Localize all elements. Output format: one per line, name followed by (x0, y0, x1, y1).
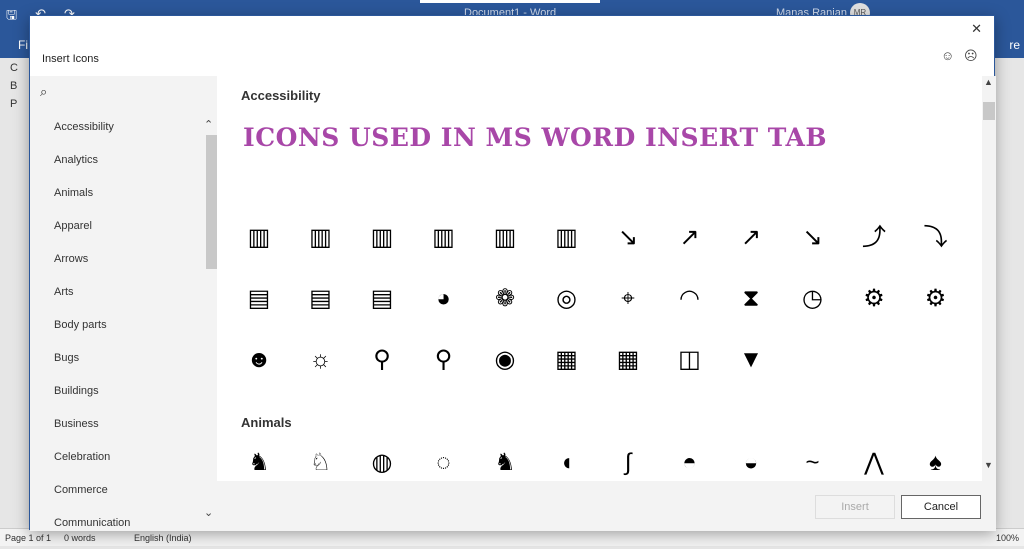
gallery-scroll-down-icon[interactable]: ▼ (984, 460, 993, 470)
pie-chart-icon[interactable]: ◕ (430, 285, 458, 313)
line-chart-falling-icon[interactable]: ↘ (799, 224, 827, 252)
bar-chart-icon[interactable]: ▥ (245, 224, 273, 252)
bar-chart-box-icon[interactable]: ▥ (491, 224, 519, 252)
crosshair-icon[interactable]: ⌖ (614, 285, 642, 313)
funnel-icon[interactable]: ▼ (737, 346, 765, 374)
line-chart-up-icon[interactable]: ↗ (676, 224, 704, 252)
category-list: Accessibility Analytics Animals Apparel Arro… (54, 120, 204, 549)
category-item[interactable]: Communication (54, 516, 204, 549)
bar-chart-up-icon[interactable]: ▥ (430, 224, 458, 252)
gallery-scrollbar[interactable] (982, 76, 996, 481)
database-icon[interactable]: ◫ (676, 346, 704, 374)
nav-item[interactable]: P (10, 98, 17, 110)
stopwatch-icon[interactable]: ◷ (799, 285, 827, 313)
scatter-line-icon[interactable]: ⤴ (860, 224, 888, 252)
frog-icon[interactable]: ◒ (737, 449, 765, 477)
page-count[interactable]: Page 1 of 1 (5, 533, 51, 543)
category-item[interactable]: Arts (54, 285, 204, 318)
presentation-chart-icon[interactable]: ▤ (245, 285, 273, 313)
gallery-scrollbar-thumb[interactable] (983, 102, 995, 120)
lizard-icon[interactable]: ~ (799, 449, 827, 477)
presentation-pie-icon[interactable]: ▤ (368, 285, 396, 313)
insert-icons-dialog: Insert Icons ✕ ☺ ☹ ⌕ Accessibility Analyt… (29, 15, 996, 531)
lightbulb-icon[interactable]: ☼ (307, 346, 335, 374)
bar-chart-down-icon[interactable]: ▥ (553, 224, 581, 252)
smile-icon[interactable]: ☺ (941, 48, 954, 63)
close-icon[interactable]: ✕ (971, 21, 982, 37)
icon-gallery: Accessibility ICONS USED IN MS WORD INSE… (217, 76, 982, 481)
tactics-board-icon[interactable]: ▦ (553, 346, 581, 374)
category-item[interactable]: Animals (54, 186, 204, 219)
tab-file[interactable]: Fi (18, 38, 28, 52)
eye-icon[interactable]: ◉ (491, 346, 519, 374)
insert-button[interactable]: Insert (815, 495, 895, 519)
cancel-button[interactable]: Cancel (901, 495, 981, 519)
scroll-up-icon[interactable]: ⌃ (204, 118, 213, 131)
bar-chart-falling-icon[interactable]: ▥ (368, 224, 396, 252)
zoom-level[interactable]: 100% (996, 533, 1019, 543)
gears-icon[interactable]: ⚙ (922, 285, 950, 313)
venn-diagram-icon[interactable]: ❁ (491, 285, 519, 313)
category-item[interactable]: Bugs (54, 351, 204, 384)
category-item[interactable]: Celebration (54, 450, 204, 483)
section-heading: Accessibility (241, 88, 321, 103)
dialog-footer: Insert Cancel (217, 481, 996, 531)
scroll-down-icon[interactable]: ⌄ (204, 506, 213, 519)
head-gears-icon[interactable]: ☻ (245, 346, 273, 374)
category-item[interactable]: Arrows (54, 252, 204, 285)
turtle-icon[interactable]: ◓ (676, 449, 704, 477)
magnifier-pulse-icon[interactable]: ⚲ (430, 346, 458, 374)
section-heading: Animals (241, 415, 292, 430)
scatter-down-icon[interactable]: ⤵ (922, 224, 950, 252)
category-item[interactable]: Accessibility (54, 120, 204, 153)
speedometer-icon[interactable]: ◠ (676, 285, 704, 313)
bats-icon[interactable]: ⋀ (860, 449, 888, 477)
dialog-title: Insert Icons (42, 53, 99, 65)
frown-icon[interactable]: ☹ (964, 48, 978, 64)
nav-item[interactable]: B (10, 80, 17, 92)
snake-icon[interactable]: ∫ (614, 449, 642, 477)
category-item[interactable]: Body parts (54, 318, 204, 351)
bar-chart-rising-icon[interactable]: ▥ (307, 224, 335, 252)
share-button[interactable]: re (1009, 38, 1020, 52)
bird-icon[interactable]: ♠ (922, 449, 950, 477)
target-icon[interactable]: ◎ (553, 285, 581, 313)
line-chart-trend-icon[interactable]: ↗ (737, 224, 765, 252)
overlay-caption: ICONS USED IN MS WORD INSERT TAB (243, 123, 828, 152)
mouse-icon[interactable]: ◖ (553, 449, 581, 477)
presentation-bars-icon[interactable]: ▤ (307, 285, 335, 313)
category-item[interactable]: Buildings (54, 384, 204, 417)
line-chart-down-icon[interactable]: ↘ (614, 224, 642, 252)
magnifier-icon[interactable]: ⚲ (368, 346, 396, 374)
table-icon[interactable]: ▦ (614, 346, 642, 374)
gear-icon[interactable]: ⚙ (860, 285, 888, 313)
save-icon[interactable]: 🖫 (6, 6, 17, 28)
nav-item[interactable]: C (10, 62, 18, 74)
hourglass-icon[interactable]: ⧗ (737, 285, 765, 313)
sidebar-scrollbar-thumb[interactable] (206, 135, 217, 269)
category-sidebar: ⌕ Accessibility Analytics Animals Apparel Ar… (30, 76, 217, 531)
cat-icon[interactable]: ♞ (245, 449, 273, 477)
category-item[interactable]: Analytics (54, 153, 204, 186)
fish-bowl-icon[interactable]: ◍ (368, 449, 396, 477)
rabbit-icon[interactable]: ♞ (491, 449, 519, 477)
hamster-ball-icon[interactable]: ◌ (430, 449, 458, 477)
search-icon[interactable]: ⌕ (40, 84, 47, 100)
category-item[interactable]: Business (54, 417, 204, 450)
dog-icon[interactable]: ♘ (307, 449, 335, 477)
category-item[interactable]: Apparel (54, 219, 204, 252)
title-accent (420, 0, 600, 3)
category-item[interactable]: Commerce (54, 483, 204, 516)
gallery-scroll-up-icon[interactable]: ▲ (984, 77, 993, 87)
